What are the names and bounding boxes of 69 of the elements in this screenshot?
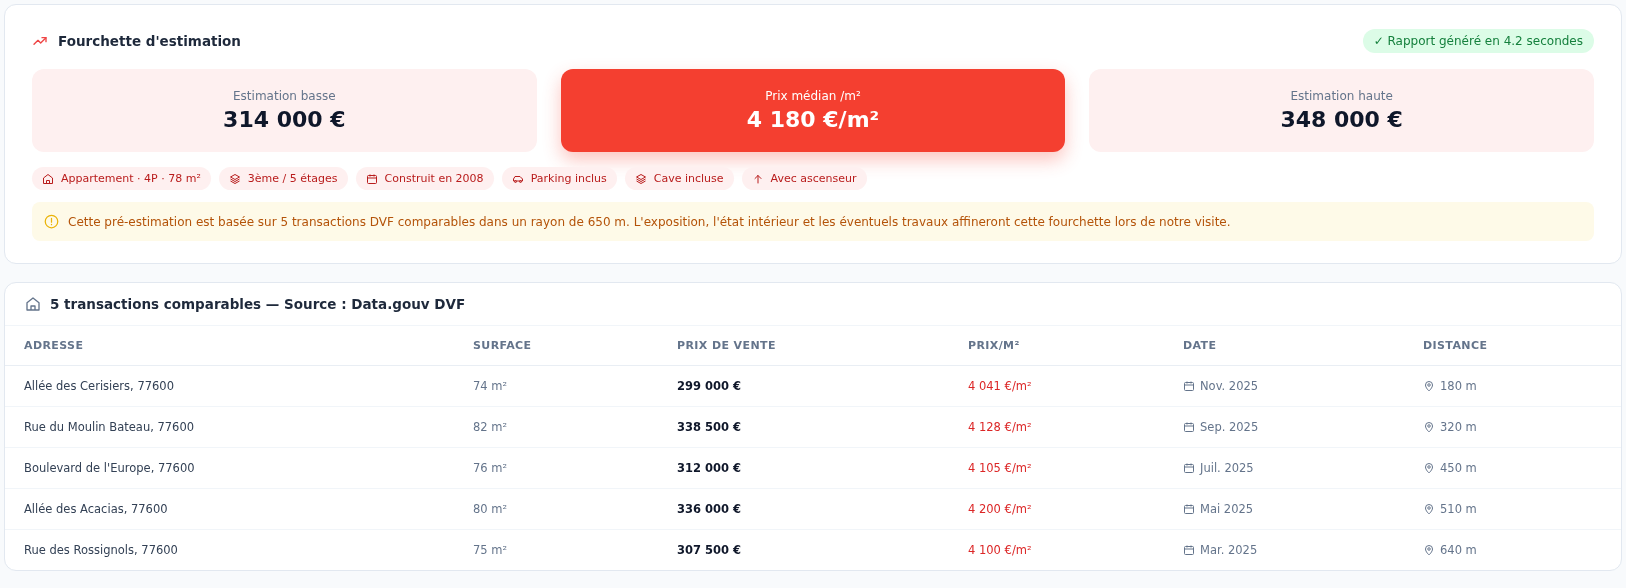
section-title: Fourchette d'estimation <box>58 33 241 49</box>
section-title: 5 transactions comparables — Source : Data.gouv DVF <box>50 296 466 312</box>
notice-text: Cette pré-estimation est basée sur 5 transactions DVF comparables dans un rayon de 650 m. L'exposition, l'état intérieur et les éventuels travaux affineront cette fourchette lors de notre visite. <box>68 214 1231 229</box>
map-pin-icon <box>1423 421 1435 433</box>
distance-cell: 320 m <box>1440 420 1477 434</box>
map-pin-icon <box>1423 462 1435 474</box>
stat-value: 4 180 €/m² <box>746 107 880 132</box>
tag-label: Appartement · 4P · 78 m² <box>61 172 201 185</box>
stat-value: 314 000 € <box>223 107 346 132</box>
date-cell: Juil. 2025 <box>1200 461 1254 475</box>
date-cell: Mar. 2025 <box>1200 543 1258 557</box>
column-header: PRIX/M² <box>968 339 1021 352</box>
tag-label: Avec ascenseur <box>770 172 857 185</box>
tag-label: Cave incluse <box>653 172 724 185</box>
calendar-icon <box>1183 544 1195 556</box>
price-cell-text: 299 000 € <box>677 379 743 393</box>
price-per-m2-cell-text: 4 200 €/m² <box>968 502 1033 516</box>
address-cell-text: Allée des Cerisiers, 77600 <box>24 379 175 393</box>
house-icon <box>25 296 41 312</box>
column-header: PRIX DE VENTE <box>677 339 777 352</box>
price-per-m2-cell-text: 4 041 €/m² <box>968 379 1033 393</box>
surface-cell-text: 80 m² <box>473 502 509 516</box>
layers-icon <box>634 172 647 185</box>
stat-label: Estimation basse <box>233 89 336 103</box>
arrow-up-icon <box>751 172 764 185</box>
surface-cell-text: 75 m² <box>473 543 509 557</box>
price-per-m2-cell-text: 4 128 €/m² <box>968 420 1033 434</box>
layers-icon <box>228 172 241 185</box>
column-header: SURFACE <box>473 339 533 352</box>
surface-cell-text: 76 m² <box>473 461 509 475</box>
map-pin-icon <box>1423 380 1435 392</box>
price-cell-text: 338 500 € <box>677 420 743 434</box>
calendar-icon <box>1183 380 1195 392</box>
tag-label: 3ème / 5 étages <box>247 172 338 185</box>
distance-cell: 510 m <box>1440 502 1477 516</box>
date-cell: Sep. 2025 <box>1200 420 1259 434</box>
surface-cell-text: 74 m² <box>473 379 509 393</box>
tag-label: Construit en 2008 <box>384 172 484 185</box>
calendar-icon <box>1183 462 1195 474</box>
price-cell-text: 312 000 € <box>677 461 743 475</box>
column-header: DATE <box>1183 339 1218 352</box>
stat-label: Prix médian /m² <box>765 89 861 103</box>
column-header: ADRESSE <box>24 339 85 352</box>
price-per-m2-cell-text: 4 105 €/m² <box>968 461 1033 475</box>
map-pin-icon <box>1423 544 1435 556</box>
map-pin-icon <box>1423 503 1435 515</box>
address-cell-text: Rue des Rossignols, 77600 <box>24 543 179 557</box>
house-icon <box>42 172 54 185</box>
tag-label: Parking inclus <box>530 172 607 185</box>
distance-cell: 180 m <box>1440 379 1477 393</box>
status-badge: ✓ Rapport généré en 4.2 secondes <box>1362 29 1594 53</box>
address-cell-text: Boulevard de l'Europe, 77600 <box>24 461 196 475</box>
date-cell: Nov. 2025 <box>1200 379 1259 393</box>
warning-icon <box>44 214 59 229</box>
stat-value: 348 000 € <box>1280 107 1403 132</box>
date-cell: Mai 2025 <box>1200 502 1254 516</box>
price-cell-text: 307 500 € <box>677 543 743 557</box>
price-cell-text: 336 000 € <box>677 502 743 516</box>
distance-cell: 450 m <box>1440 461 1477 475</box>
surface-cell-text: 82 m² <box>473 420 509 434</box>
price-per-m2-cell-text: 4 100 €/m² <box>968 543 1033 557</box>
address-cell-text: Allée des Acacias, 77600 <box>24 502 169 516</box>
address-cell-text: Rue du Moulin Bateau, 77600 <box>24 420 196 434</box>
calendar-icon <box>365 172 378 185</box>
calendar-icon <box>1183 421 1195 433</box>
calendar-icon <box>1183 503 1195 515</box>
stat-label: Estimation haute <box>1290 89 1393 103</box>
distance-cell: 640 m <box>1440 543 1477 557</box>
column-header: DISTANCE <box>1423 339 1489 352</box>
